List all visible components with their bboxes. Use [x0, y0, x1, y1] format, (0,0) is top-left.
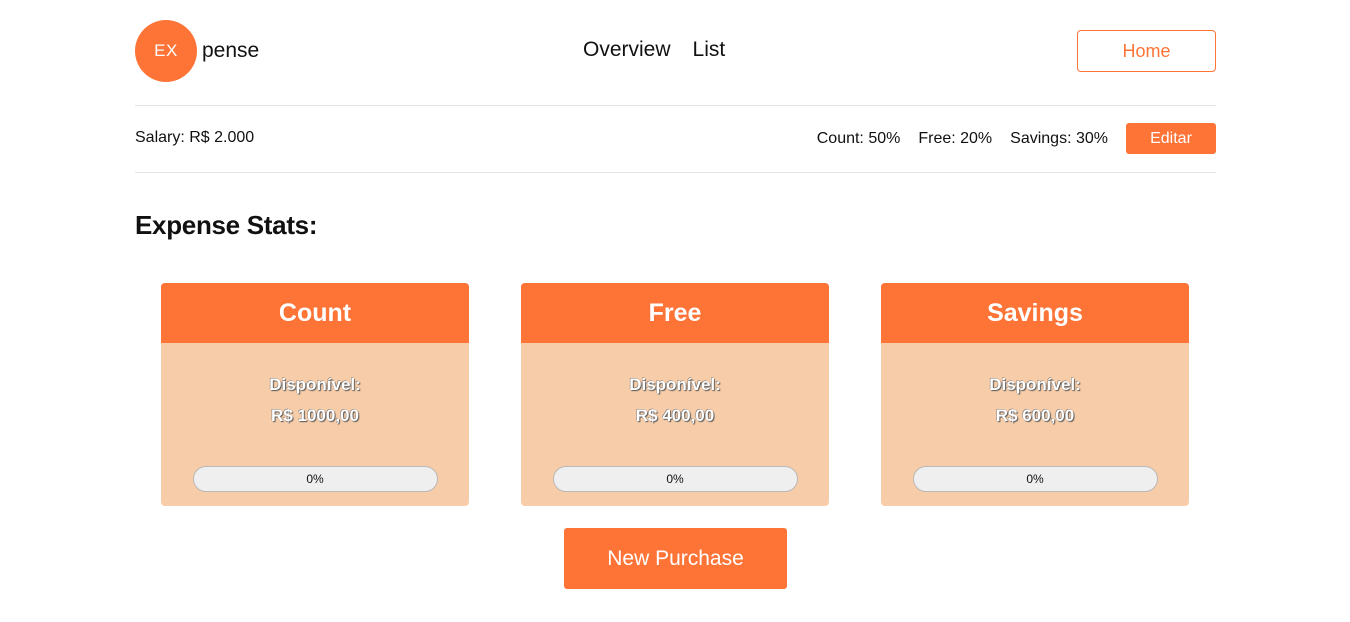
logo-text: pense: [202, 39, 260, 62]
stat-card-free: Free Disponível: R$ 400,00 0%: [521, 283, 829, 506]
card-title: Savings: [881, 283, 1189, 343]
card-available-label: Disponível:: [629, 375, 721, 394]
progress-bar: 0%: [192, 466, 438, 492]
card-available-value: R$ 600,00: [995, 406, 1075, 425]
budget-bar: Salary: R$ 2.000 Count: 50% Free: 20% Sa…: [135, 106, 1216, 173]
card-body: Disponível: R$ 400,00 0%: [521, 343, 829, 492]
stat-card-count: Count Disponível: R$ 1000,00 0%: [161, 283, 469, 506]
card-available-label: Disponível:: [989, 375, 1081, 394]
progress-text: 0%: [1026, 472, 1044, 486]
nav-list-link[interactable]: List: [693, 38, 726, 62]
card-body: Disponível: R$ 1000,00 0%: [161, 343, 469, 492]
progress-text: 0%: [666, 472, 684, 486]
logo[interactable]: EX pense: [135, 20, 259, 82]
progress-bar: 0%: [912, 466, 1158, 492]
ratio-count: Count: 50%: [816, 129, 901, 147]
salary-text: Salary: R$ 2.000: [135, 129, 255, 146]
card-available-label: Disponível:: [269, 375, 361, 394]
stats-title: Expense Stats:: [135, 210, 318, 240]
new-purchase-button[interactable]: New Purchase: [564, 528, 787, 589]
stat-card-savings: Savings Disponível: R$ 600,00 0%: [881, 283, 1189, 506]
budget-ratios: Count: 50% Free: 20% Savings: 30% Editar: [817, 123, 1216, 154]
card-available-value: R$ 400,00: [635, 406, 715, 425]
header: EX pense Overview List Home: [135, 0, 1216, 106]
logo-badge: EX: [135, 20, 197, 82]
card-title: Free: [521, 283, 829, 343]
card-available-value: R$ 1000,00: [271, 406, 359, 425]
page-container: EX pense Overview List Home Salary: R$ 2…: [135, 0, 1216, 589]
ratio-savings: Savings: 30%: [1010, 129, 1108, 147]
card-body: Disponível: R$ 600,00 0%: [881, 343, 1189, 492]
card-title: Count: [161, 283, 469, 343]
ratio-free: Free: 20%: [918, 129, 993, 147]
home-button[interactable]: Home: [1077, 30, 1216, 72]
edit-button[interactable]: Editar: [1126, 123, 1216, 154]
nav-overview-link[interactable]: Overview: [583, 38, 671, 62]
progress-text: 0%: [306, 472, 324, 486]
main-nav: Overview List: [583, 38, 725, 62]
progress-bar: 0%: [552, 466, 798, 492]
stats-cards: Count Disponível: R$ 1000,00 0% Free Dis…: [161, 283, 1189, 506]
